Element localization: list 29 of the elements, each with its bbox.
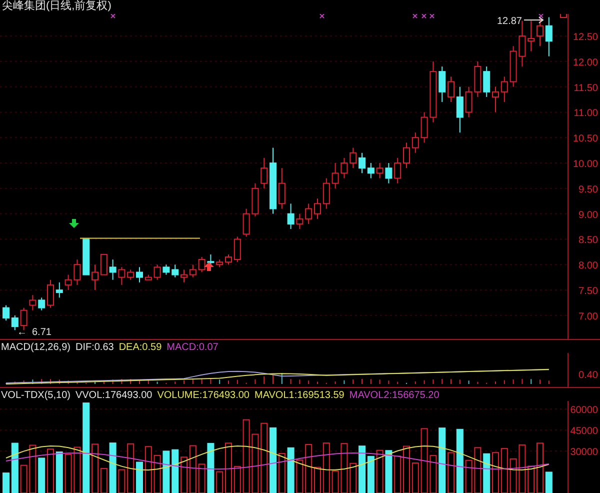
price-axis-label: 12.50 — [572, 32, 598, 43]
price-axis-label: 11.50 — [574, 82, 598, 94]
indicator-label: MACD(12,26,9) — [1, 342, 70, 352]
price-axis-label: 9.00 — [578, 210, 598, 221]
price-axis-label: 10.50 — [572, 134, 598, 145]
high-price-label: 12.87 — [496, 16, 522, 27]
volume-axis-label: 60000 — [570, 405, 598, 416]
low-price-arrow: ← — [17, 326, 27, 338]
indicator-label: VVOL:176493.00 — [75, 390, 152, 400]
price-axis-label: 7.50 — [578, 286, 598, 297]
price-axis-label: 8.00 — [578, 260, 598, 272]
indicator-label: MAVOL1:169513.59 — [254, 390, 344, 400]
low-price-label: 6.71 — [32, 326, 52, 338]
price-axis-label: 8.50 — [578, 235, 598, 246]
indicator-label: VOLUME:176493.00 — [157, 390, 250, 400]
volume-axis-label: 45000 — [570, 426, 598, 437]
price-axis-label: 10.00 — [572, 158, 598, 170]
macd-axis-label: 0.40 — [578, 370, 598, 381]
indicator-label: VOL-TDX(5,10) — [1, 390, 70, 400]
price-axis-label: 12.00 — [572, 57, 598, 68]
price-axis-label: 9.50 — [578, 184, 598, 196]
price-axis-label: 7.00 — [578, 311, 598, 322]
indicator-label: MACD:0.07 — [166, 342, 218, 352]
indicator-label: DIF:0.63 — [75, 342, 114, 352]
indicator-label: DEA:0.59 — [118, 342, 162, 352]
volume-axis-label: 30000 — [570, 447, 598, 458]
indicator-label: MAVOL2:156675.20 — [349, 390, 440, 400]
chart-title: 尖峰集团(日线,前复权) — [2, 1, 112, 12]
price-axis-label: 11.00 — [574, 108, 598, 120]
